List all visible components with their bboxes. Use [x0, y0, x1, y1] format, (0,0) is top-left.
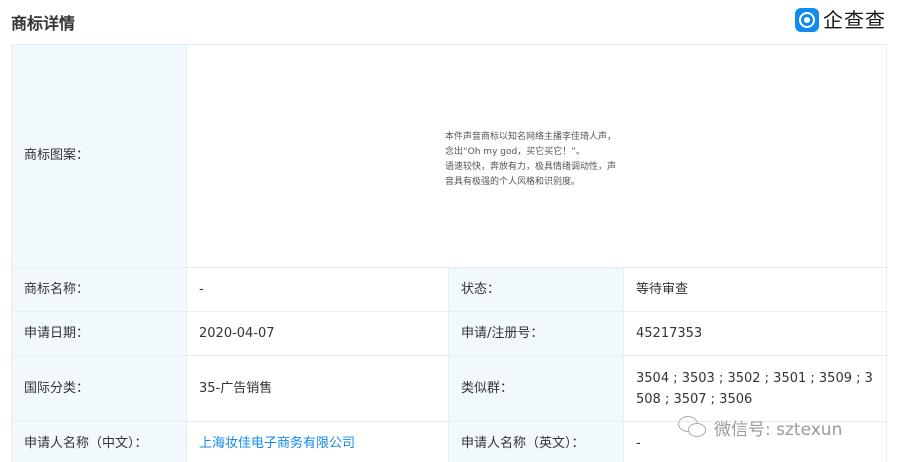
page-title: 商标详情 [11, 14, 76, 33]
description-line: 语速较快，奔放有力，极具情绪调动性，声 [445, 162, 617, 172]
description-line: 念出“Oh my god，买它买它！”。 [445, 147, 585, 157]
trademark-image-label: 商标图案： [11, 44, 187, 268]
applicant-name-cn-label: 申请人名称（中文）： [11, 421, 187, 462]
application-date-value: 2020-04-07 [186, 311, 449, 356]
description-line: 本件声音商标以知名网络主播李佳琦人声， [445, 132, 617, 142]
wechat-icon [676, 413, 710, 441]
trademark-name-label: 商标名称： [11, 267, 187, 312]
applicant-name-cn-link[interactable]: 上海妆佳电子商务有限公司 [186, 421, 449, 462]
table-row: 商标名称： - 状态： 等待审查 [11, 267, 888, 312]
table-row: 申请日期： 2020-04-07 申请/注册号： 45217353 [11, 311, 888, 356]
similar-group-label: 类似群： [448, 355, 624, 422]
logo-text: 企查查 [823, 8, 886, 32]
wechat-watermark: 微信号: sztexun [676, 410, 886, 444]
watermark-text: 微信号: sztexun [714, 419, 843, 440]
registration-number-value: 45217353 [622, 311, 888, 356]
applicant-name-en-label: 申请人名称（英文）： [448, 421, 624, 462]
page-header: 商标详情 企查查 [0, 0, 898, 44]
qichacha-logo[interactable]: 企查查 [795, 6, 886, 34]
trademark-image-row: 商标图案： 本件声音商标以知名网络主播李佳琦人声， 念出“Oh my god，买… [11, 44, 888, 268]
qichacha-logo-icon [795, 8, 819, 32]
registration-number-label: 申请/注册号： [448, 311, 624, 356]
status-label: 状态： [448, 267, 624, 312]
trademark-image-cell: 本件声音商标以知名网络主播李佳琦人声， 念出“Oh my god，买它买它！”。… [185, 44, 888, 268]
application-date-label: 申请日期： [11, 311, 187, 356]
sound-trademark-description: 本件声音商标以知名网络主播李佳琦人声， 念出“Oh my god，买它买它！”。… [445, 130, 616, 190]
status-value: 等待审查 [622, 267, 888, 312]
trademark-name-value: - [186, 267, 449, 312]
international-class-label: 国际分类： [11, 355, 187, 422]
description-line: 音具有极强的个人风格和识别度。 [445, 177, 581, 187]
international-class-value: 35-广告销售 [186, 355, 449, 422]
trademark-detail-table: 商标图案： 本件声音商标以知名网络主播李佳琦人声， 念出“Oh my god，买… [11, 44, 888, 462]
